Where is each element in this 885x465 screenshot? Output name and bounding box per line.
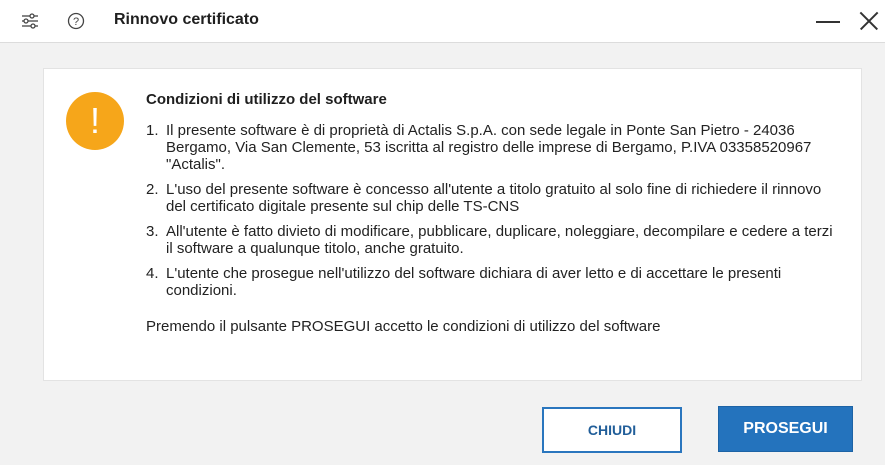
list-item-number: 2. xyxy=(146,181,159,198)
list-item: 2. L'uso del presente software è concess… xyxy=(146,181,836,215)
window-title: Rinnovo certificato xyxy=(114,11,259,28)
close-button[interactable]: CHIUDI xyxy=(542,407,682,453)
close-icon[interactable] xyxy=(856,9,880,33)
list-item: 1. Il presente software è di proprietà d… xyxy=(146,122,836,173)
proceed-button[interactable]: PROSEGUI xyxy=(718,406,853,452)
list-item: 3. All'utente è fatto divieto di modific… xyxy=(146,223,836,257)
dialog-window: ? Rinnovo certificato ! Condizioni di ut… xyxy=(0,0,885,465)
accept-note: Premendo il pulsante PROSEGUI accetto le… xyxy=(146,318,661,335)
title-bar: ? Rinnovo certificato xyxy=(0,0,885,43)
list-item-text: All'utente è fatto divieto di modificare… xyxy=(166,223,833,257)
terms-list: 1. Il presente software è di proprietà d… xyxy=(146,122,836,299)
list-item-text: L'utente che prosegue nell'utilizzo del … xyxy=(166,265,782,299)
list-item-number: 4. xyxy=(146,265,159,282)
list-item-text: Il presente software è di proprietà di A… xyxy=(166,122,812,173)
minimize-icon[interactable] xyxy=(814,10,840,32)
help-icon[interactable]: ? xyxy=(66,11,86,31)
sliders-icon[interactable] xyxy=(20,11,40,31)
list-item-text: L'uso del presente software è concesso a… xyxy=(166,181,822,215)
warning-icon: ! xyxy=(66,92,124,150)
terms-content: Condizioni di utilizzo del software 1. I… xyxy=(146,90,836,336)
svg-text:?: ? xyxy=(73,16,79,28)
terms-heading: Condizioni di utilizzo del software xyxy=(146,91,387,108)
list-item: 4. L'utente che prosegue nell'utilizzo d… xyxy=(146,265,836,299)
list-item-number: 1. xyxy=(146,122,159,139)
list-item-number: 3. xyxy=(146,223,159,240)
